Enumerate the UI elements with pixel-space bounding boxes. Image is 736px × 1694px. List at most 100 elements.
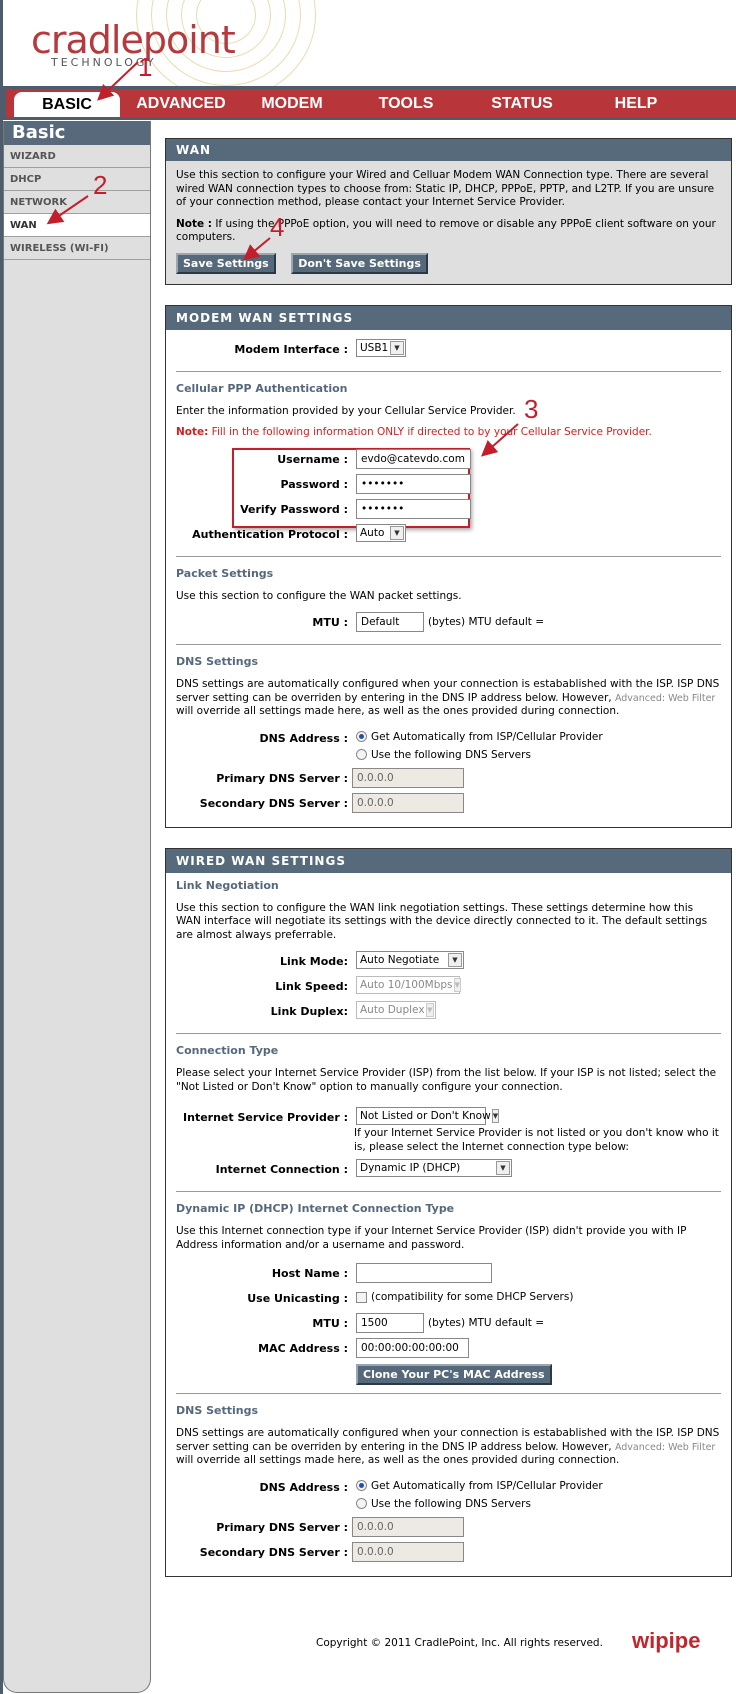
divider bbox=[176, 1393, 721, 1394]
wired-dns-manual-radio[interactable] bbox=[356, 1498, 367, 1509]
tab-tools[interactable]: TOOLS bbox=[361, 89, 451, 117]
username-label: Username : bbox=[277, 452, 348, 466]
modem-mtu-hint: (bytes) MTU default = bbox=[428, 616, 545, 628]
internet-connection-row: Internet Connection : Dynamic IP (DHCP) ▼ bbox=[176, 1158, 721, 1183]
isp-hint: If your Internet Service Provider is not… bbox=[354, 1127, 719, 1153]
modem-primary-dns-input[interactable]: 0.0.0.0 bbox=[352, 767, 464, 788]
wired-dns-manual-row: Use the following DNS Servers bbox=[176, 1496, 721, 1516]
ppp-note-label: Note: bbox=[176, 426, 209, 438]
modem-dns-manual-row: Use the following DNS Servers bbox=[176, 747, 721, 767]
link-mode-label: Link Mode: bbox=[280, 955, 348, 968]
link-mode-row: Link Mode: Auto Negotiate ▼ bbox=[176, 950, 721, 975]
wired-wan-title: WIRED WAN SETTINGS bbox=[166, 848, 731, 873]
internet-connection-label: Internet Connection : bbox=[215, 1163, 348, 1176]
modem-dns-address-row: DNS Address : Get Automatically from ISP… bbox=[176, 727, 721, 747]
divider bbox=[176, 644, 721, 645]
host-name-row: Host Name : bbox=[176, 1262, 721, 1287]
wired-dns-heading: DNS Settings bbox=[176, 1404, 259, 1417]
wired-dns-address-row: DNS Address : Get Automatically from ISP… bbox=[176, 1476, 721, 1496]
chevron-down-icon: ▼ bbox=[491, 1109, 500, 1123]
divider bbox=[176, 1191, 721, 1192]
annotation-number-4: 4 bbox=[270, 212, 285, 242]
wired-dns-auto-radio[interactable] bbox=[356, 1480, 367, 1491]
wired-mtu-input[interactable]: 1500 bbox=[356, 1313, 424, 1333]
internet-connection-select[interactable]: Dynamic IP (DHCP) ▼ bbox=[356, 1159, 512, 1177]
modem-mtu-input[interactable]: Default bbox=[356, 612, 424, 632]
link-duplex-select[interactable]: Auto Duplex ▼ bbox=[356, 1001, 436, 1019]
web-filter-link[interactable]: Advanced: Web Filter bbox=[615, 693, 715, 704]
wired-mtu-label: MTU : bbox=[312, 1317, 348, 1330]
link-duplex-value: Auto Duplex bbox=[360, 1004, 425, 1016]
wired-dns-auto-label: Get Automatically from ISP/Cellular Prov… bbox=[371, 1479, 603, 1492]
wired-secondary-dns-row: Secondary DNS Server : 0.0.0.0 bbox=[176, 1541, 721, 1566]
wired-wan-panel: WIRED WAN SETTINGS Link Negotiation Use … bbox=[165, 847, 732, 1577]
modem-secondary-dns-row: Secondary DNS Server : 0.0.0.0 bbox=[176, 792, 721, 817]
packet-settings-heading: Packet Settings bbox=[176, 566, 274, 580]
wired-secondary-dns-input[interactable]: 0.0.0.0 bbox=[352, 1541, 464, 1562]
password-label: Password : bbox=[280, 477, 348, 491]
packet-settings-description: Use this section to configure the WAN pa… bbox=[176, 589, 462, 602]
modem-dns-auto-radio[interactable] bbox=[356, 731, 367, 742]
annotation-number-3: 3 bbox=[524, 394, 539, 424]
auth-protocol-select[interactable]: Auto ▼ bbox=[356, 523, 406, 542]
unicasting-hint: (compatibility for some DHCP Servers) bbox=[371, 1291, 574, 1303]
verify-password-row: Verify Password : ••••••• bbox=[176, 498, 721, 523]
link-negotiation-description: Use this section to configure the WAN li… bbox=[176, 901, 708, 941]
save-settings-button[interactable]: Save Settings bbox=[176, 252, 276, 274]
modem-dns-address-label: DNS Address : bbox=[259, 731, 348, 745]
dns-desc-text: will override all settings made here, as… bbox=[176, 705, 620, 717]
link-duplex-row: Link Duplex: Auto Duplex ▼ bbox=[176, 1000, 721, 1025]
sidebar-item-wan[interactable]: WAN bbox=[4, 214, 150, 237]
annotation-number-2: 2 bbox=[93, 170, 108, 200]
wipipe-logo: wipipe bbox=[632, 1628, 700, 1654]
link-speed-select[interactable]: Auto 10/100Mbps ▼ bbox=[356, 976, 461, 994]
dhcp-description: Use this Internet connection type if you… bbox=[176, 1225, 687, 1251]
isp-value: Not Listed or Don't Know bbox=[360, 1110, 491, 1122]
link-speed-label: Link Speed: bbox=[275, 980, 348, 993]
wired-mtu-hint: (bytes) MTU default = bbox=[428, 1317, 545, 1329]
host-name-input[interactable] bbox=[356, 1263, 492, 1283]
sidebar-item-wireless[interactable]: WIRELESS (WI-FI) bbox=[4, 237, 150, 260]
unicasting-checkbox[interactable] bbox=[356, 1291, 367, 1303]
sidebar-item-wizard[interactable]: WIZARD bbox=[4, 145, 150, 168]
tab-status[interactable]: STATUS bbox=[472, 89, 572, 117]
modem-interface-select[interactable]: USB1 ▼ bbox=[356, 338, 406, 357]
link-speed-row: Link Speed: Auto 10/100Mbps ▼ bbox=[176, 975, 721, 1000]
wan-title: WAN bbox=[166, 139, 731, 161]
modem-secondary-dns-input[interactable]: 0.0.0.0 bbox=[352, 792, 464, 813]
clone-mac-button[interactable]: Clone Your PC's MAC Address bbox=[356, 1364, 552, 1385]
sidebar-item-network[interactable]: NETWORK bbox=[4, 191, 150, 214]
sidebar-title: Basic bbox=[4, 121, 150, 145]
wired-secondary-dns-label: Secondary DNS Server : bbox=[199, 1545, 348, 1559]
wired-primary-dns-input[interactable]: 0.0.0.0 bbox=[352, 1516, 464, 1537]
modem-dns-manual-radio[interactable] bbox=[356, 749, 367, 760]
isp-select[interactable]: Not Listed or Don't Know ▼ bbox=[356, 1107, 500, 1125]
link-mode-select[interactable]: Auto Negotiate ▼ bbox=[356, 951, 464, 969]
tab-basic[interactable]: BASIC bbox=[14, 92, 120, 117]
header: cradlepoint TECHNOLOGY bbox=[6, 0, 736, 86]
sidebar: Basic WIZARD DHCP NETWORK WAN WIRELESS (… bbox=[3, 121, 151, 1693]
wired-dns-description: DNS settings are automatically configure… bbox=[176, 1427, 721, 1468]
connection-type-description: Please select your Internet Service Prov… bbox=[176, 1067, 717, 1093]
tab-advanced[interactable]: ADVANCED bbox=[126, 89, 236, 117]
copyright: Copyright © 2011 CradlePoint, Inc. All r… bbox=[316, 1637, 603, 1649]
username-input[interactable]: evdo@catevdo.com bbox=[356, 448, 471, 469]
modem-primary-dns-label: Primary DNS Server : bbox=[216, 771, 348, 785]
chevron-down-icon: ▼ bbox=[496, 1161, 510, 1175]
link-negotiation-heading: Link Negotiation bbox=[176, 878, 279, 892]
tab-help[interactable]: HELP bbox=[596, 89, 676, 117]
dont-save-settings-button[interactable]: Don't Save Settings bbox=[291, 252, 428, 274]
ppp-auth-heading: Cellular PPP Authentication bbox=[176, 381, 348, 395]
password-input[interactable]: ••••••• bbox=[356, 473, 471, 494]
divider bbox=[176, 370, 721, 372]
wired-dns-address-label: DNS Address : bbox=[259, 1480, 348, 1494]
tab-modem[interactable]: MODEM bbox=[244, 89, 340, 117]
mac-address-input[interactable]: 00:00:00:00:00:00 bbox=[356, 1338, 469, 1358]
unicasting-label: Use Unicasting : bbox=[247, 1292, 348, 1305]
top-nav: BASIC ADVANCED MODEM TOOLS STATUS HELP bbox=[6, 89, 736, 117]
username-row: Username : evdo@catevdo.com bbox=[176, 448, 721, 473]
connection-type-heading: Connection Type bbox=[176, 1044, 279, 1057]
web-filter-link[interactable]: Advanced: Web Filter bbox=[615, 1442, 715, 1453]
verify-password-input[interactable]: ••••••• bbox=[356, 498, 471, 519]
sidebar-item-dhcp[interactable]: DHCP bbox=[4, 168, 150, 191]
